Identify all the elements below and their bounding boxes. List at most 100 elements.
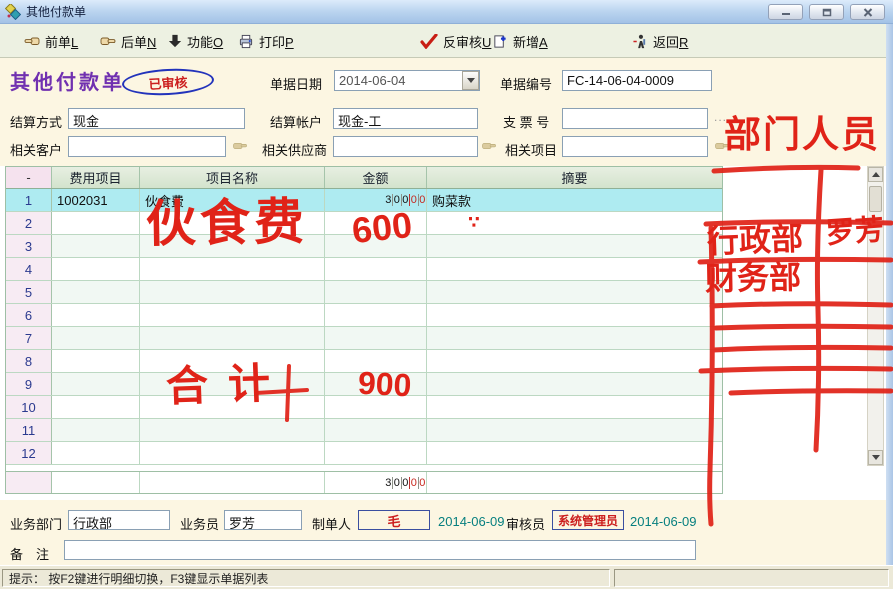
memo-cell: 购菜款 (427, 189, 722, 211)
amount-digit-column: 0 (402, 477, 411, 489)
amount-cell (325, 281, 427, 303)
doc-date-combo[interactable]: 2014-06-04 (334, 70, 480, 91)
doc-date-value: 2014-06-04 (339, 73, 406, 88)
item-name-cell (140, 327, 325, 349)
expense-code-cell (52, 419, 140, 441)
memo-cell (427, 396, 722, 418)
amount-cell: 30000 (325, 189, 427, 211)
clerk-label: 业务员 (180, 514, 219, 533)
amount-cell (325, 396, 427, 418)
item-name-cell: 伙食费 (140, 189, 325, 211)
total-name-cell (140, 472, 325, 493)
unaudit-button[interactable]: 反审核U (420, 30, 491, 52)
total-row-selector-cell (6, 472, 52, 493)
detail-table-zone: - 费用项目 项目名称 金额 摘要 11002031伙食费30000购菜款234… (0, 166, 886, 500)
memo-cell (427, 419, 722, 441)
supplier-field[interactable] (333, 136, 478, 157)
next-doc-label: 后单N (121, 32, 156, 51)
table-row[interactable]: 10 (6, 396, 722, 419)
unaudit-label: 反审核U (443, 32, 491, 51)
triangle-down-icon (872, 455, 880, 460)
new-doc-icon (492, 34, 508, 49)
table-row[interactable]: 9 (6, 373, 722, 396)
item-name-cell (140, 350, 325, 372)
prev-doc-button[interactable]: 前单L (24, 30, 78, 52)
next-doc-button[interactable]: 后单N (100, 30, 156, 52)
header-cell-expense-item: 费用项目 (52, 167, 140, 188)
settle-account-label: 结算帐户 (270, 112, 322, 131)
dept-field[interactable]: 行政部 (68, 510, 170, 530)
amount-digit-column: 0 (393, 477, 402, 489)
settle-method-label: 结算方式 (10, 112, 62, 131)
amount-digit-column: 0 (419, 194, 427, 206)
amount-cell (325, 350, 427, 372)
total-memo-cell (427, 472, 722, 493)
auditor-name-box: 系统管理员 (552, 510, 624, 530)
doc-no-field[interactable]: FC-14-06-04-0009 (562, 70, 712, 91)
note-field[interactable] (64, 540, 696, 560)
vertical-scrollbar[interactable] (867, 166, 884, 466)
cheque-no-label: 支 票 号 (503, 112, 549, 131)
table-header-row: - 费用项目 项目名称 金额 摘要 (6, 167, 722, 189)
table-row[interactable]: 6 (6, 304, 722, 327)
table-row[interactable]: 2 (6, 212, 722, 235)
memo-cell (427, 212, 722, 234)
row-number-cell: 10 (6, 396, 52, 418)
amount-digit-column: 0 (419, 477, 427, 489)
scrollbar-thumb[interactable] (869, 186, 882, 212)
function-button[interactable]: 功能O (168, 30, 223, 52)
item-name-cell (140, 419, 325, 441)
table-row[interactable]: 7 (6, 327, 722, 350)
app-icon (5, 4, 21, 20)
scroll-down-button[interactable] (868, 450, 883, 465)
prev-doc-label: 前单L (45, 32, 78, 51)
doc-no-label: 单据编号 (500, 74, 552, 93)
row-number-cell: 4 (6, 258, 52, 280)
table-row[interactable]: 4 (6, 258, 722, 281)
table-row[interactable]: 3 (6, 235, 722, 258)
table-row[interactable]: 5 (6, 281, 722, 304)
item-name-cell (140, 373, 325, 395)
table-row[interactable]: 8 (6, 350, 722, 373)
project-field[interactable] (562, 136, 708, 157)
window-title: 其他付款单 (26, 3, 86, 20)
customer-field[interactable] (68, 136, 226, 157)
amount-cell (325, 373, 427, 395)
document-footer: 业务部门 行政部 业务员 罗芳 制单人 毛 2014-06-09 审核员 系统管… (0, 500, 886, 565)
expense-code-cell (52, 258, 140, 280)
settle-account-field[interactable]: 现金-工 (333, 108, 478, 129)
item-name-cell (140, 304, 325, 326)
table-row[interactable]: 11 (6, 419, 722, 442)
print-button[interactable]: 打印P (238, 30, 294, 52)
hand-right-icon (100, 34, 116, 48)
red-check-icon (420, 34, 438, 49)
exit-icon (632, 34, 648, 49)
expense-code-cell (52, 281, 140, 303)
clerk-field[interactable]: 罗芳 (224, 510, 302, 530)
memo-cell (427, 350, 722, 372)
doc-date-dropdown-button[interactable] (462, 71, 479, 90)
cheque-no-field[interactable] (562, 108, 708, 129)
header-cell-item-name: 项目名称 (140, 167, 325, 188)
close-button[interactable] (850, 4, 885, 20)
return-button[interactable]: 返回R (632, 30, 688, 52)
table-row[interactable]: 11002031伙食费30000购菜款 (6, 189, 722, 212)
document-header-form: 其他付款单 已审核 单据日期 2014-06-04 单据编号 FC-14-06-… (0, 58, 886, 166)
restore-button[interactable] (809, 4, 844, 20)
amount-cell (325, 258, 427, 280)
add-new-label: 新增A (513, 32, 548, 51)
expense-code-cell (52, 327, 140, 349)
table-row[interactable]: 12 (6, 442, 722, 465)
add-new-button[interactable]: 新增A (492, 30, 548, 52)
supplier-label: 相关供应商 (262, 140, 327, 159)
settle-method-field[interactable]: 现金 (68, 108, 245, 129)
printer-icon (238, 34, 254, 49)
memo-cell (427, 235, 722, 257)
item-name-cell (140, 442, 325, 464)
title-bar: 其他付款单 (0, 0, 893, 24)
project-label: 相关项目 (505, 140, 557, 159)
scroll-up-button[interactable] (868, 167, 883, 182)
minimize-button[interactable] (768, 4, 803, 20)
cheque-more-button[interactable]: ... (714, 110, 727, 124)
amount-digit-column: 0 (402, 194, 411, 206)
